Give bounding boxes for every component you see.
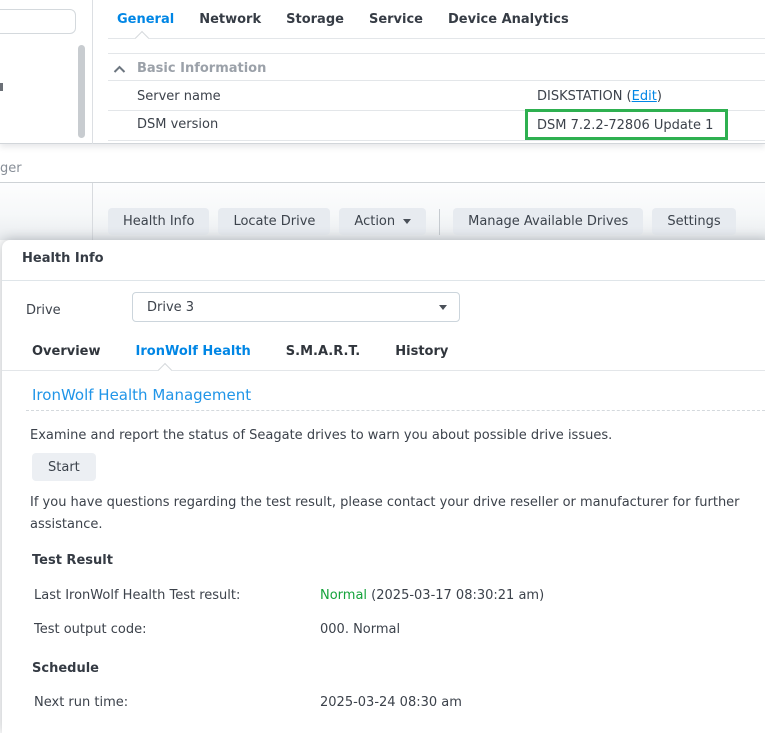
start-button[interactable]: Start: [32, 453, 96, 481]
tab-history[interactable]: History: [395, 344, 448, 359]
button-label: Locate Drive: [233, 214, 315, 229]
toolbar-separator: [439, 209, 440, 235]
button-label: Manage Available Drives: [468, 214, 628, 229]
tab-underline: [2, 370, 765, 371]
test-output-code-label: Test output code:: [34, 622, 146, 637]
server-name-text-suffix: ): [657, 89, 662, 104]
dsm-version-value: DSM 7.2.2-72806 Update 1: [537, 118, 713, 133]
test-output-code-value: 000. Normal: [320, 622, 400, 637]
caret-down-icon: [403, 219, 411, 224]
tab-underline: [108, 38, 765, 39]
server-name-text: DISKSTATION (: [537, 89, 632, 104]
control-panel-window: General Network Storage Service Device A…: [0, 0, 765, 144]
window-title-fragment: ger: [0, 161, 22, 176]
screen: General Network Storage Service Device A…: [0, 0, 765, 733]
control-panel-tab-bar: General Network Storage Service Device A…: [117, 12, 569, 27]
active-tab-notch: [135, 31, 149, 45]
dialog-header-divider: [2, 280, 765, 281]
edit-link[interactable]: Edit: [632, 89, 657, 104]
button-label: Start: [48, 460, 80, 475]
dashed-divider: [26, 410, 765, 411]
tab-overview[interactable]: Overview: [32, 344, 101, 359]
scrollbar-thumb[interactable]: [78, 45, 85, 138]
tab-smart[interactable]: S.M.A.R.T.: [286, 344, 360, 359]
drive-label: Drive: [26, 303, 61, 318]
toolbar-buttons: Health Info Locate Drive Action Manage A…: [108, 208, 736, 235]
storage-manager-toolbar: Health Info Locate Drive Action Manage A…: [0, 182, 765, 240]
tab-service[interactable]: Service: [369, 12, 423, 27]
section-title[interactable]: Basic Information: [137, 61, 266, 76]
locate-drive-button[interactable]: Locate Drive: [218, 208, 330, 235]
note-text: If you have questions regarding the test…: [30, 492, 750, 536]
drive-select-value: Drive 3: [147, 300, 194, 315]
next-run-time-label: Next run time:: [34, 695, 128, 710]
description-text: Examine and report the status of Seagate…: [30, 428, 612, 443]
dialog-title: Health Info: [22, 251, 104, 266]
health-info-button[interactable]: Health Info: [108, 208, 209, 235]
action-dropdown-button[interactable]: Action: [339, 208, 426, 235]
tab-ironwolf-health[interactable]: IronWolf Health: [136, 344, 251, 359]
last-test-result-label: Last IronWolf Health Test result:: [34, 588, 240, 603]
test-result-heading: Test Result: [32, 553, 113, 568]
tab-network[interactable]: Network: [199, 12, 261, 27]
dialog-tab-bar: Overview IronWolf Health S.M.A.R.T. Hist…: [32, 344, 448, 359]
status-badge: Normal: [320, 588, 367, 603]
status-timestamp: (2025-03-17 08:30:21 am): [367, 588, 544, 603]
drive-select[interactable]: Drive 3: [132, 292, 460, 322]
settings-button[interactable]: Settings: [652, 208, 735, 235]
clipped-text-fragment: [0, 83, 3, 91]
manage-available-drives-button[interactable]: Manage Available Drives: [453, 208, 643, 235]
server-name-label: Server name: [137, 89, 221, 104]
dsm-version-label: DSM version: [137, 117, 218, 132]
caret-down-icon: [439, 305, 447, 310]
button-label: Action: [354, 214, 395, 229]
button-label: Health Info: [123, 214, 194, 229]
section-divider: [108, 53, 765, 54]
server-name-value: DISKSTATION (Edit): [537, 89, 662, 104]
control-panel-content: General Network Storage Service Device A…: [93, 0, 765, 144]
search-input[interactable]: [0, 9, 76, 34]
section-heading: IronWolf Health Management: [32, 386, 251, 404]
row-divider: [108, 110, 765, 111]
tab-storage[interactable]: Storage: [286, 12, 344, 27]
schedule-heading: Schedule: [32, 661, 99, 676]
row-divider: [108, 140, 765, 141]
section-divider: [108, 80, 765, 81]
chevron-up-icon[interactable]: [113, 63, 126, 78]
tab-general[interactable]: General: [117, 12, 174, 27]
tab-device-analytics[interactable]: Device Analytics: [448, 12, 569, 27]
last-test-result-value: Normal (2025-03-17 08:30:21 am): [320, 588, 544, 603]
button-label: Settings: [667, 214, 720, 229]
pane-divider: [92, 183, 93, 241]
next-run-time-value: 2025-03-24 08:30 am: [320, 695, 462, 710]
